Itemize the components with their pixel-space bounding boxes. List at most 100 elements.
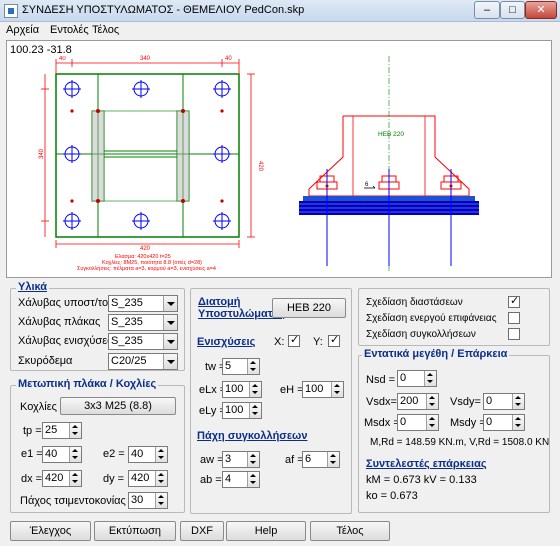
steel-plate-label: Χάλυβας πλάκας xyxy=(18,316,101,328)
dx-input[interactable]: 420 xyxy=(42,470,82,487)
msdx-label: Msdx = xyxy=(364,417,400,429)
minimize-button[interactable]: – xyxy=(474,1,500,19)
km-kv-text: kM = 0.673 kV = 0.133 xyxy=(366,474,477,486)
maximize-button[interactable]: □ xyxy=(500,1,525,19)
steel-plate-select[interactable]: S_235 xyxy=(108,314,178,331)
eh-input[interactable]: 100 xyxy=(302,381,344,398)
msdy-input[interactable]: 0 xyxy=(483,414,525,431)
menu-bar: Αρχεία Εντολές Τέλος xyxy=(0,22,560,40)
steel-stiffeners-label: Χάλυβας ενισχύσεων xyxy=(18,335,122,347)
af-input[interactable]: 6 xyxy=(302,451,340,468)
spin-icon[interactable] xyxy=(327,452,339,467)
nsd-input[interactable]: 0 xyxy=(397,370,437,387)
bolts-button[interactable]: 3x3 M25 (8.8) xyxy=(60,397,176,415)
dim-left: 340 xyxy=(39,148,45,159)
elx-value: 100 xyxy=(225,383,244,395)
chevron-down-icon[interactable] xyxy=(163,334,177,349)
spin-icon[interactable] xyxy=(247,452,259,467)
e2-value: 40 xyxy=(131,448,144,460)
spin-icon[interactable] xyxy=(426,415,438,430)
vsdx-value: 200 xyxy=(400,395,419,407)
drawing-note-2: Κοχλίες: 8M25, ποιότητα 8.8 (οπές d=28) xyxy=(102,259,202,266)
tw-value: 5 xyxy=(225,360,232,372)
menu-commands[interactable]: Εντολές xyxy=(50,24,89,36)
dy-input[interactable]: 420 xyxy=(128,470,168,487)
spin-icon[interactable] xyxy=(512,415,524,430)
tw-input[interactable]: 5 xyxy=(222,358,260,375)
plate-bolts-legend: Μετωπική πλάκα / Κοχλίες xyxy=(16,378,159,390)
msdy-label: Msdy = xyxy=(450,417,486,429)
eh-value: 100 xyxy=(305,383,324,395)
dim-top-1: 40 xyxy=(59,56,66,62)
spin-icon[interactable] xyxy=(69,471,81,486)
grout-label: Πάχος τσιμεντοκονίας = xyxy=(20,495,136,507)
drawing-svg: 40 340 40 340 420 420 Ελασμα: 420x420 t=… xyxy=(39,56,479,272)
end-button[interactable]: Τέλος xyxy=(310,521,390,541)
spin-icon[interactable] xyxy=(247,472,259,487)
x-stiffener-checkbox[interactable] xyxy=(288,333,300,347)
app-icon xyxy=(4,4,18,18)
vsdx-label: Vsdx= xyxy=(366,396,397,408)
menu-file[interactable]: Αρχεία xyxy=(6,24,39,36)
chevron-down-icon[interactable] xyxy=(163,296,177,311)
spin-icon[interactable] xyxy=(249,382,261,397)
draw-welds-checkbox[interactable] xyxy=(508,328,520,340)
spin-icon[interactable] xyxy=(69,423,81,438)
msdx-value: 0 xyxy=(400,416,407,428)
vsdy-input[interactable]: 0 xyxy=(483,393,525,410)
steel-column-value: S_235 xyxy=(111,297,143,309)
y-stiffener-checkbox[interactable] xyxy=(328,333,340,347)
e1-value: 40 xyxy=(45,448,58,460)
msdx-input[interactable]: 0 xyxy=(397,414,439,431)
vsdy-value: 0 xyxy=(486,395,493,407)
check-button[interactable]: Έλεγχος xyxy=(10,521,91,541)
tp-input[interactable]: 25 xyxy=(42,422,82,439)
draw-dims-checkbox[interactable] xyxy=(508,294,520,308)
spin-icon[interactable] xyxy=(331,382,343,397)
materials-legend: Υλικά xyxy=(16,281,50,293)
section-label-1: Διατομή xyxy=(198,296,241,308)
ab-input[interactable]: 4 xyxy=(222,471,260,488)
base-plate-outline xyxy=(55,73,240,238)
draw-active-checkbox[interactable] xyxy=(508,312,520,324)
grout-input[interactable]: 30 xyxy=(128,492,168,509)
concrete-select[interactable]: C20/25 xyxy=(108,353,178,370)
e2-input[interactable]: 40 xyxy=(128,446,168,463)
help-button[interactable]: Help xyxy=(226,521,306,541)
print-button[interactable]: Εκτύπωση xyxy=(94,521,176,541)
spin-icon[interactable] xyxy=(155,447,167,462)
drawing-canvas[interactable]: 40 340 40 340 420 420 Ελασμα: 420x420 t=… xyxy=(6,40,552,278)
spin-icon[interactable] xyxy=(247,359,259,374)
spin-icon[interactable] xyxy=(69,447,81,462)
section-button[interactable]: HEB 220 xyxy=(272,298,346,318)
spin-icon[interactable] xyxy=(426,394,438,409)
e1-input[interactable]: 40 xyxy=(42,446,82,463)
spin-icon[interactable] xyxy=(155,471,167,486)
spin-icon[interactable] xyxy=(249,403,261,418)
aw-input[interactable]: 3 xyxy=(222,451,260,468)
vsdx-input[interactable]: 200 xyxy=(397,393,439,410)
ab-value: 4 xyxy=(225,473,232,485)
grout-value: 30 xyxy=(131,494,144,506)
window-title: ΣΥΝΔΕΣΗ ΥΠΟΣΤΥΛΩΜΑΤΟΣ - ΘΕΜΕΛΙΟΥ PedCon.… xyxy=(22,4,305,16)
concrete-label: Σκυρόδεμα xyxy=(18,355,73,367)
dxf-button[interactable]: DXF xyxy=(180,521,224,541)
chevron-down-icon[interactable] xyxy=(163,315,177,330)
chevron-down-icon[interactable] xyxy=(163,354,177,369)
af-value: 6 xyxy=(305,453,312,465)
stiffeners-label: Ενισχύσεις xyxy=(197,336,256,348)
menu-end[interactable]: Τέλος xyxy=(92,24,119,36)
spin-icon[interactable] xyxy=(424,371,436,386)
coefficients-title: Συντελεστές επάρκειας xyxy=(366,458,487,470)
steel-column-select[interactable]: S_235 xyxy=(108,295,178,312)
elx-input[interactable]: 100 xyxy=(222,381,262,398)
tp-label: tp = xyxy=(23,425,42,437)
steel-stiffeners-select[interactable]: S_235 xyxy=(108,333,178,350)
ely-input[interactable]: 100 xyxy=(222,402,262,419)
close-button[interactable]: ✕ xyxy=(525,1,557,19)
spin-icon[interactable] xyxy=(155,493,167,508)
steel-column-label: Χάλυβας υποστ/τος xyxy=(18,297,114,309)
dx-value: 420 xyxy=(45,472,64,484)
spin-icon[interactable] xyxy=(512,394,524,409)
dy-value: 420 xyxy=(131,472,150,484)
